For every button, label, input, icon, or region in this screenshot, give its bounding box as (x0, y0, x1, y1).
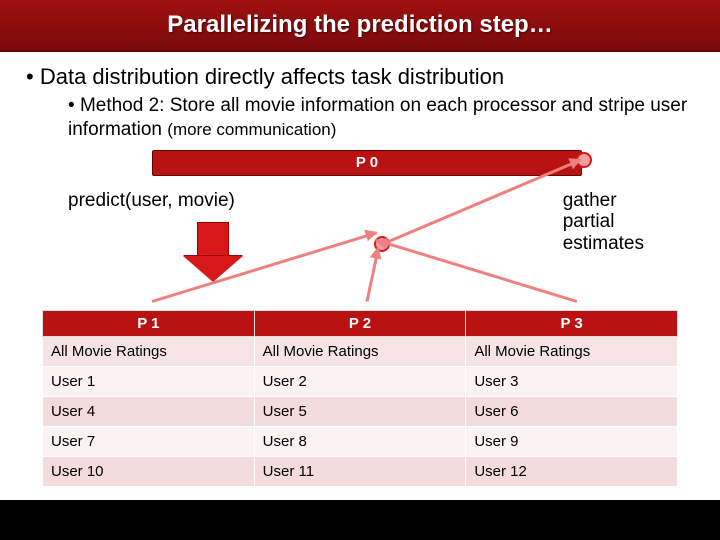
cell: User 7 (43, 426, 255, 456)
cell: User 9 (466, 426, 678, 456)
bullet2-text-a: Method 2: Store all movie information on… (68, 95, 687, 140)
cell: User 1 (43, 366, 255, 396)
cell: User 3 (466, 366, 678, 396)
cell: User 4 (43, 396, 255, 426)
col-p1: P 1 (43, 310, 255, 336)
thin-arrow-icon (376, 238, 578, 302)
table-row: User 1 User 2 User 3 (43, 366, 678, 396)
processor-table: P 1 P 2 P 3 All Movie Ratings All Movie … (42, 310, 678, 487)
slide: Parallelizing the prediction step… • Dat… (0, 0, 720, 540)
table-row: All Movie Ratings All Movie Ratings All … (43, 336, 678, 366)
p0-box: P 0 (152, 150, 582, 176)
col-p2: P 2 (254, 310, 466, 336)
cell: User 10 (43, 456, 255, 486)
cell: User 2 (254, 366, 466, 396)
slide-title: Parallelizing the prediction step… (167, 11, 552, 39)
cell: All Movie Ratings (466, 336, 678, 366)
diagram-area: P 0 predict(user, movie) gather partial … (22, 150, 702, 310)
table-header-row: P 1 P 2 P 3 (43, 310, 678, 336)
slide-body: • Data distribution directly affects tas… (0, 52, 720, 487)
bullet-level-1: • Data distribution directly affects tas… (26, 64, 698, 90)
cell: User 11 (254, 456, 466, 486)
bullet2-text-b: (more communication) (167, 120, 336, 139)
footer-band (0, 500, 720, 540)
cell: User 12 (466, 456, 678, 486)
cell: User 5 (254, 396, 466, 426)
table-row: User 10 User 11 User 12 (43, 456, 678, 486)
bullet1-text: Data distribution directly affects task … (40, 64, 504, 89)
big-down-arrow-icon (197, 222, 243, 282)
cell: User 6 (466, 396, 678, 426)
col-p3: P 3 (466, 310, 678, 336)
predict-label: predict(user, movie) (68, 190, 235, 212)
table-row: User 7 User 8 User 9 (43, 426, 678, 456)
gather-label: gather partial estimates (563, 190, 644, 256)
cell: All Movie Ratings (43, 336, 255, 366)
title-bar: Parallelizing the prediction step… (0, 0, 720, 52)
bullet-level-2: • Method 2: Store all movie information … (68, 94, 698, 142)
thin-arrow-icon (366, 247, 380, 301)
table-row: User 4 User 5 User 6 (43, 396, 678, 426)
cell: User 8 (254, 426, 466, 456)
cell: All Movie Ratings (254, 336, 466, 366)
